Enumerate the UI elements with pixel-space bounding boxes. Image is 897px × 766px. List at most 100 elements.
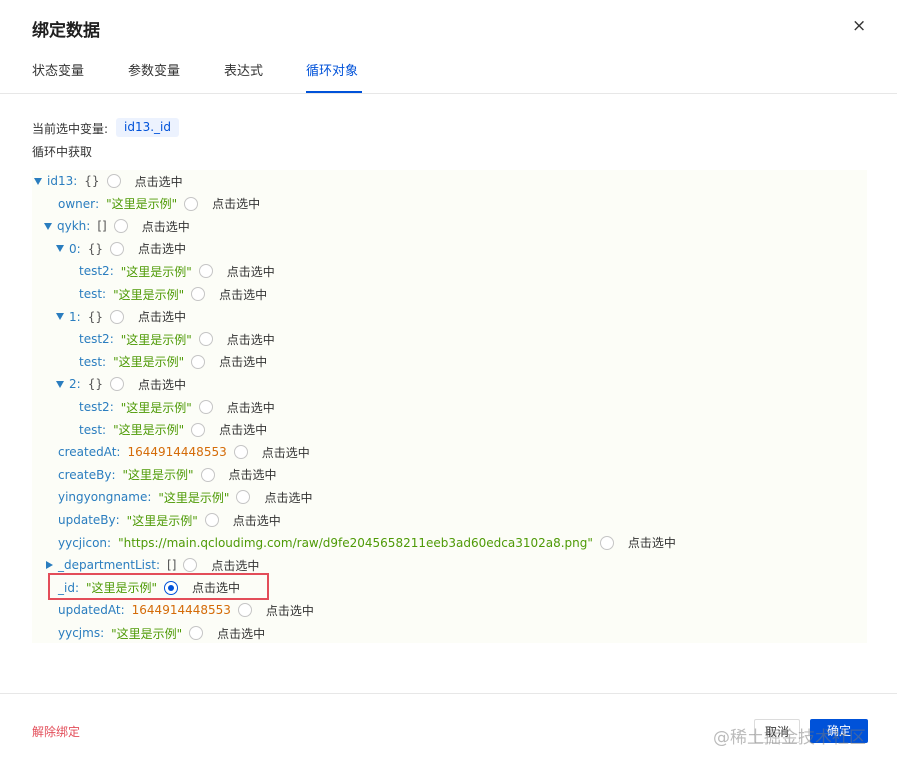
tree-value: "这里是示例" [111,626,183,641]
close-icon[interactable]: × [852,16,866,36]
select-label[interactable]: 点击选中 [219,353,267,370]
select-radio[interactable] [109,309,124,324]
tree-row: id13: {} 点击选中 [34,171,183,191]
select-radio[interactable] [106,174,121,188]
select-radio[interactable] [184,196,199,211]
select-label[interactable]: 点击选中 [229,466,277,483]
confirm-button[interactable]: 确定 [810,719,868,743]
select-label[interactable]: 点击选中 [227,331,275,348]
tree-row: test2: "这里是示例" 点击选中 [79,397,275,417]
select-label[interactable]: 点击选中 [138,308,186,325]
tree-key: id13 [47,174,74,188]
tree-value: "这里是示例" [113,423,185,438]
key-separator: : [116,445,121,460]
cancel-button[interactable]: 取消 [754,719,800,743]
key-separator: : [76,309,81,324]
select-label[interactable]: 点击选中 [262,444,310,461]
key-separator: : [147,490,152,505]
select-label[interactable]: 点击选中 [138,376,186,393]
tree-row: owner: "这里是示例" 点击选中 [58,194,260,214]
select-radio[interactable] [198,264,213,279]
select-label[interactable]: 点击选中 [142,218,190,235]
select-label[interactable]: 点击选中 [135,173,183,190]
tab-loop-object[interactable]: 循环对象 [306,60,358,79]
tab-expression[interactable]: 表达式 [224,60,263,79]
tree-row: test2: "这里是示例" 点击选中 [79,329,275,349]
key-separator: : [95,196,100,211]
tree-row: test: "这里是示例" 点击选中 [79,284,267,304]
key-separator: : [109,400,114,414]
tree-key: test2 [79,400,110,414]
key-separator: : [102,354,107,369]
select-label[interactable]: 点击选中 [266,602,314,619]
select-radio[interactable] [191,354,206,369]
tree-row: yingyongname: "这里是示例" 点击选中 [58,487,312,507]
tree-row: updateBy: "这里是示例" 点击选中 [58,510,281,530]
select-label[interactable]: 点击选中 [628,534,676,551]
current-variable-label: 当前选中变量: [32,122,109,136]
select-radio[interactable] [189,626,204,640]
key-separator: : [109,332,114,347]
select-radio[interactable] [204,513,219,527]
select-label[interactable]: 点击选中 [264,489,312,506]
caret-down-icon[interactable] [34,177,42,185]
select-label[interactable]: 点击选中 [233,512,281,529]
tree-value: "这里是示例" [158,490,230,505]
caret-down-icon[interactable] [56,313,64,321]
select-label[interactable]: 点击选中 [227,399,275,416]
select-label[interactable]: 点击选中 [219,421,267,438]
tree-value: {} [87,377,103,392]
selection-highlight-box [48,573,269,600]
key-separator: : [73,174,78,188]
select-radio[interactable] [183,558,198,573]
tree-key: test2 [79,264,110,279]
select-radio[interactable] [233,445,248,460]
select-label[interactable]: 点击选中 [211,557,259,574]
select-label[interactable]: 点击选中 [219,286,267,303]
key-separator: : [109,264,114,279]
select-radio[interactable] [198,332,213,347]
select-label[interactable]: 点击选中 [217,625,265,642]
tree-value: 1644914448553 [131,603,231,618]
tree-row: test2: "这里是示例" 点击选中 [79,261,275,281]
tree-key: updatedAt [58,603,121,618]
select-radio[interactable] [113,219,128,234]
caret-down-icon[interactable] [44,222,52,230]
tree-value: {} [87,309,103,324]
tree-value: "这里是示例" [120,332,192,347]
select-radio[interactable] [237,603,252,618]
select-radio[interactable] [191,422,206,437]
caret-down-icon[interactable] [56,245,64,253]
tab-param-variables[interactable]: 参数变量 [128,60,180,79]
select-label[interactable]: 点击选中 [138,240,186,257]
select-radio[interactable] [599,535,614,550]
caret-down-icon[interactable] [56,380,64,388]
loop-source-label: 循环中获取 [32,145,93,159]
tree-key: createBy [58,467,112,482]
dialog-title: 绑定数据 [32,21,100,41]
select-radio[interactable] [191,287,206,301]
select-label[interactable]: 点击选中 [212,195,260,212]
select-radio[interactable] [109,377,124,392]
tree-row: updatedAt:1644914448553 点击选中 [58,600,314,620]
select-radio[interactable] [198,400,213,414]
tree-key: createdAt [58,445,117,460]
select-radio[interactable] [109,241,124,256]
select-radio[interactable] [200,467,215,482]
header-divider [0,93,897,94]
tree-value: {} [84,174,100,188]
tree-row: 2: {} 点击选中 [56,374,186,394]
key-separator: : [76,377,81,392]
tree-row: qykh: [] 点击选中 [44,216,190,236]
caret-right-icon[interactable] [46,561,53,570]
tab-state-variables[interactable]: 状态变量 [32,60,84,79]
select-label[interactable]: 点击选中 [227,263,275,280]
tree-value: "这里是示例" [122,468,194,483]
select-radio[interactable] [236,490,251,505]
key-separator: : [86,219,91,234]
tree-row: createBy: "这里是示例" 点击选中 [58,465,277,485]
tree-value: [] [97,219,107,234]
unbind-button[interactable]: 解除绑定 [32,723,80,740]
tree-key: yingyongname [58,490,148,505]
tree-row: yycjms: "这里是示例" 点击选中 [58,623,265,643]
